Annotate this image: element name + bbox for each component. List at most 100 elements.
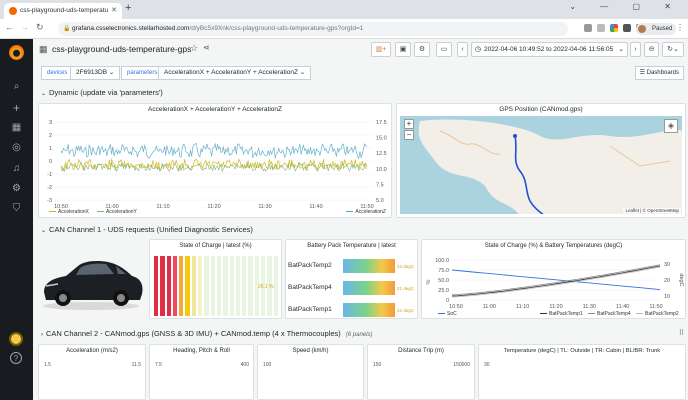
soc-gauge-segment [248, 256, 253, 316]
help-icon[interactable]: ? [10, 352, 22, 364]
y-tick-label: 3 [49, 120, 52, 126]
panel-acceleration[interactable]: AccelerationX + AccelerationY + Accelera… [38, 103, 392, 218]
zoom-out-time-icon[interactable]: ⊖ [644, 42, 659, 57]
bpt-bar [343, 303, 395, 317]
bpt-value: 22 degC [397, 308, 415, 313]
y2-tick-label: 15.0 [376, 136, 387, 142]
map-zoom-out-button[interactable]: − [404, 130, 414, 140]
panel-title: Distance Trip (m) [398, 348, 444, 354]
legend-item[interactable]: AccelerationZ [346, 209, 386, 215]
shield-icon[interactable]: ⛉ [0, 203, 33, 215]
save-dashboard-icon[interactable]: ▣ [395, 42, 411, 57]
share-dashboard-icon[interactable]: ⋖ [203, 43, 210, 52]
profile-label: Paused [652, 26, 673, 32]
map-view[interactable]: + − ◈ Leaflet | © OpenStreetMap [400, 116, 682, 214]
y2-tick-label: 5.0 [376, 198, 384, 204]
panel-temperature[interactable]: Temperature (degC) | TL: Outside | TR: C… [478, 344, 686, 400]
add-panel-button[interactable]: ▥+ [371, 42, 391, 57]
y-tick-label: 50.0 [438, 278, 449, 284]
panel-heading-pitch-roll[interactable]: Heading, Pitch & Roll 7.5 400 [149, 344, 254, 400]
map-layers-icon[interactable]: ◈ [664, 119, 678, 133]
new-tab-icon[interactable]: + [125, 2, 131, 14]
map-zoom-in-button[interactable]: + [404, 119, 414, 129]
y2-axis-label: degC [678, 273, 684, 286]
panel-battery-temp-latest[interactable]: Battery Pack Temperature | latest BatPac… [285, 239, 418, 319]
axis-tick: 150 [373, 362, 382, 368]
grafana-logo-icon[interactable] [9, 45, 24, 60]
panel-speed[interactable]: Speed (km/h) 100 [257, 344, 364, 400]
row-title: Dynamic (update via 'parameters') [49, 88, 163, 97]
chevron-down-icon: ⌄ [41, 228, 47, 234]
x-tick-label: 11:10 [516, 304, 529, 310]
browser-tab[interactable]: css-playground-uds-temperatu ✕ [4, 3, 122, 19]
puzzle-icon[interactable] [623, 24, 631, 32]
forward-icon[interactable]: → [20, 22, 29, 32]
panel-title: Heading, Pitch & Roll [173, 348, 230, 354]
bookmark-star-icon[interactable] [597, 24, 605, 32]
row-header-dynamic[interactable]: ⌄ Dynamic (update via 'parameters') [33, 88, 688, 101]
user-avatar[interactable] [9, 332, 23, 346]
cycle-view-mode-icon[interactable]: ▭ [436, 42, 452, 57]
legend-item[interactable]: AccelerationY [97, 209, 137, 215]
refresh-button[interactable]: ↻⌄ [662, 42, 684, 57]
configuration-gear-icon[interactable]: ⚙ [0, 183, 33, 195]
legend-item[interactable]: BatPackTemp4 [588, 311, 631, 317]
panel-soc-temperatures[interactable]: State of Charge (%) & Battery Temperatur… [421, 239, 686, 319]
dashboard-settings-icon[interactable]: ⚙ [414, 42, 430, 57]
create-icon[interactable]: + [0, 102, 33, 114]
soc-value: 26.1 % [258, 284, 274, 290]
time-range-picker[interactable]: ◷ 2022-04-06 10:49:52 to 2022-04-06 11:5… [471, 42, 628, 57]
dashboards-link-button[interactable]: ☰ Dashboards [634, 66, 684, 80]
back-icon[interactable]: ← [5, 22, 14, 32]
legend-item[interactable]: BatPackTemp2 [636, 311, 679, 317]
drag-handle-icon[interactable]: ⠿ [679, 329, 684, 337]
axis-tick: 11.5 [131, 362, 141, 368]
y2-tick-label: 10.0 [376, 167, 387, 173]
alerting-bell-icon[interactable]: ♫ [0, 163, 33, 175]
variable-select-devices[interactable]: 2F6913DB ⌄ [70, 66, 121, 80]
variable-label-parameters: parameters [121, 66, 164, 80]
favorite-star-icon[interactable]: ☆ [190, 43, 198, 54]
extension-icon[interactable] [610, 24, 618, 32]
row-header-can2[interactable]: › CAN Channel 2 - CANmod.gps (GNSS & 3D I… [33, 329, 688, 342]
panel-title: Speed (km/h) [292, 348, 329, 354]
browser-menu-icon[interactable]: ⋮ [676, 23, 684, 32]
axis-tick: 7.5 [155, 362, 162, 368]
panel-soc-latest[interactable]: State of Charge | latest (%) 26.1 % [149, 239, 282, 319]
variable-label-devices: devices [41, 66, 74, 80]
browser-tab-strip: css-playground-uds-temperatu ✕ + ⌄ — ▢ ✕ [0, 0, 688, 19]
grafana-favicon-icon [9, 7, 17, 15]
time-shift-forward-icon[interactable]: › [630, 42, 641, 57]
bpt-value: 22 degC [397, 264, 415, 269]
window-controls[interactable]: ⌄ — ▢ ✕ [569, 2, 682, 11]
share-icon[interactable] [584, 24, 592, 32]
url-path: /d/yBc5x9Xnk/css-playground-uds-temperat… [189, 25, 364, 32]
explore-icon[interactable]: ◎ [0, 142, 33, 154]
address-bar[interactable]: 🔒 grafana.csselectronics.stellarhosted.c… [58, 22, 568, 36]
dashboard-navbar: ▦ css-playground-uds-temperature-gps ☆ ⋖… [33, 39, 688, 61]
reload-icon[interactable]: ↻ [36, 22, 44, 33]
legend-item[interactable]: BatPackTemp1 [540, 311, 583, 317]
legend-label: BatPackTemp2 [645, 311, 679, 317]
time-range-label: 2022-04-06 10:49:52 to 2022-04-06 11:56:… [484, 46, 614, 53]
variable-select-parameters[interactable]: AccelerationX + AccelerationY + Accelera… [158, 66, 312, 80]
axis-tick: 1.5 [44, 362, 51, 368]
row-header-can1[interactable]: ⌄ CAN Channel 1 - UDS requests (Unified D… [33, 225, 688, 238]
panel-gps[interactable]: GPS Position (CANmod.gps) + − ◈ Leaflet … [396, 103, 686, 218]
y-tick-label: -1 [47, 172, 52, 178]
panel-distance-trip[interactable]: Distance Trip (m) 150 150000 [367, 344, 475, 400]
map-attribution[interactable]: Leaflet | © OpenStreetMap [623, 208, 681, 213]
bpt-row-label: BatPackTemp1 [288, 306, 332, 313]
panel-acceleration-ms2[interactable]: Acceleration (m/s2) 1.5 11.5 [38, 344, 146, 400]
legend-item[interactable]: SoC [438, 311, 457, 317]
search-icon[interactable]: ⌕ [0, 81, 33, 93]
close-tab-icon[interactable]: ✕ [111, 3, 117, 19]
y-tick-label: 2 [49, 133, 52, 139]
time-shift-back-icon[interactable]: ‹ [457, 42, 468, 57]
x-tick-label: 11:40 [309, 204, 322, 210]
dashboard-title[interactable]: css-playground-uds-temperature-gps [52, 44, 191, 54]
profile-button[interactable]: Paused [636, 23, 676, 35]
legend-item[interactable]: AccelerationX [49, 209, 89, 215]
dashboards-icon[interactable]: ▦ [0, 122, 33, 134]
y2-tick-label: 12.5 [376, 151, 387, 157]
